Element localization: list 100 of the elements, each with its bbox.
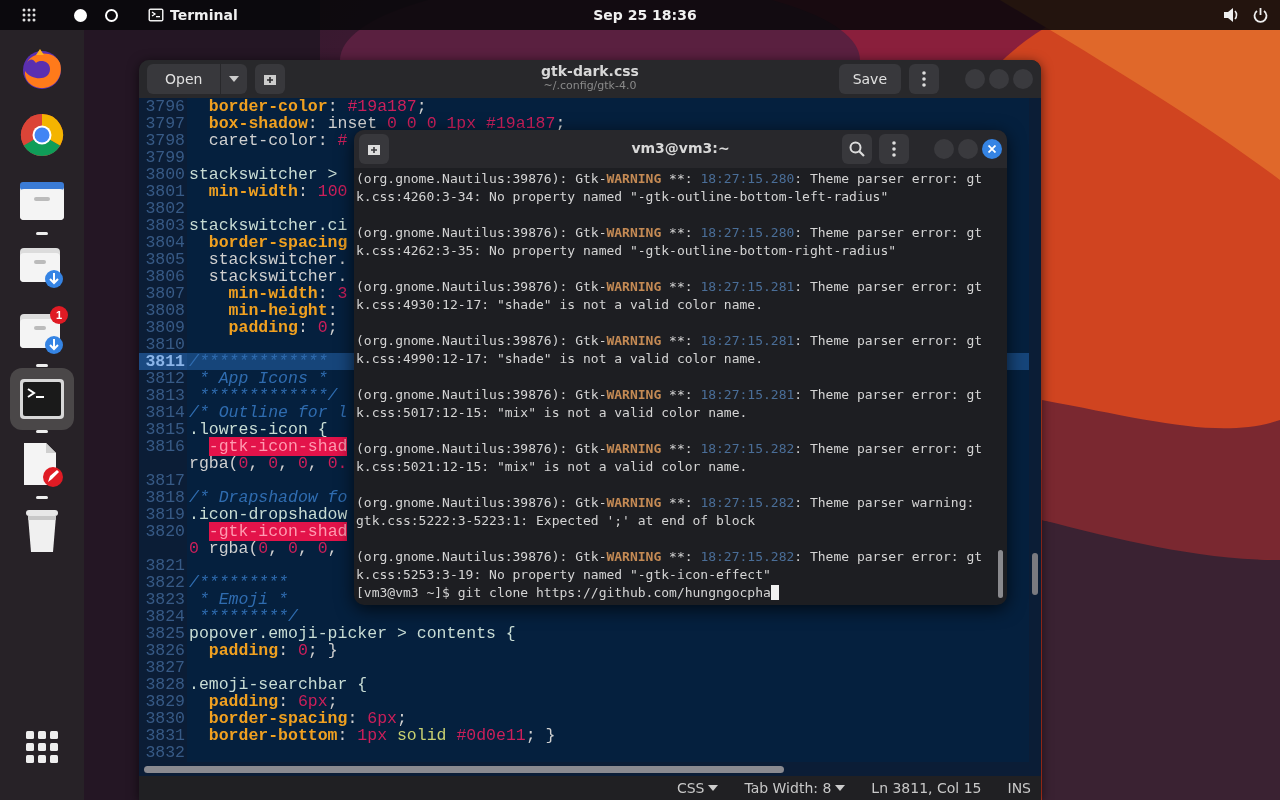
dock-item[interactable] xyxy=(10,368,74,430)
terminal-line: (org.gnome.Nautilus:39876): Gtk-WARNING **: 18:27:15.281: Theme parser error: gt xyxy=(356,386,984,404)
line-number: 3819 xyxy=(144,506,186,523)
search-button[interactable] xyxy=(842,134,872,164)
terminal-line: (org.gnome.Nautilus:39876): Gtk-WARNING **: 18:27:15.281: Theme parser error: gt xyxy=(356,332,984,350)
line-number: 3804 xyxy=(144,234,186,251)
terminal-icon xyxy=(148,8,164,22)
line-number: 3813 xyxy=(144,387,186,404)
insert-mode: INS xyxy=(1007,780,1031,796)
line-number: 3796 xyxy=(144,98,186,115)
line-number: 3798 xyxy=(144,132,186,149)
menu-icon xyxy=(922,71,926,87)
line-number: 3805 xyxy=(144,251,186,268)
new-tab-icon xyxy=(263,72,278,86)
search-icon xyxy=(849,141,865,157)
terminal-line: k.css:5021:12-15: "mix" is not a valid color name. xyxy=(356,458,749,476)
line-number: 3812 xyxy=(144,370,186,387)
save-button[interactable]: Save xyxy=(838,64,901,94)
line-number: 3828 xyxy=(144,676,186,693)
menu-button[interactable] xyxy=(879,134,909,164)
terminal-icon xyxy=(19,378,65,420)
app-grid-icon xyxy=(26,731,58,763)
line-number: 3829 xyxy=(144,693,186,710)
app-name[interactable]: Terminal xyxy=(170,7,238,23)
code-line: border-spacing xyxy=(207,234,348,251)
code-line: /* Drapshadow fo xyxy=(188,489,348,506)
terminal-line: k.css:4260:3-34: No property named "-gtk-outline-bottom-left-radius" xyxy=(356,188,890,206)
workspace-indicator[interactable] xyxy=(74,8,87,22)
horizontal-scrollbar[interactable] xyxy=(144,765,784,773)
terminal-line: (org.gnome.Nautilus:39876): Gtk-WARNING **: 18:27:15.282: Theme parser error: gt xyxy=(356,440,984,458)
line-number: 3832 xyxy=(144,744,186,761)
app-grid-icon[interactable] xyxy=(22,8,36,22)
code-line: min-height: xyxy=(227,302,338,319)
code-line: border-spacing: 6px; xyxy=(207,710,407,727)
line-number: 3800 xyxy=(144,166,186,183)
line-number: 3799 xyxy=(144,149,186,166)
code-line: padding: 0; xyxy=(227,319,338,336)
code-line: padding: 0; } xyxy=(207,642,338,659)
line-number: 3808 xyxy=(144,302,186,319)
dock-item[interactable]: 1 xyxy=(10,302,74,364)
code-line: rgba(0, 0, 0, 0. xyxy=(188,455,348,472)
open-button[interactable]: Open xyxy=(147,64,221,94)
folder-download-icon xyxy=(19,245,65,289)
code-line: caret-color: # xyxy=(207,132,348,149)
volume-icon[interactable] xyxy=(1223,7,1239,23)
vertical-scrollbar[interactable] xyxy=(998,550,1003,598)
folder-download-icon xyxy=(19,311,65,355)
code-line: popover.emoji-picker > contents { xyxy=(188,625,516,642)
code-line: .emoji-searchbar { xyxy=(188,676,368,693)
notification-badge: 1 xyxy=(50,306,68,324)
close-icon xyxy=(988,145,996,153)
open-menu-button[interactable] xyxy=(221,64,248,94)
power-icon[interactable] xyxy=(1253,7,1268,23)
code-line: *************/ xyxy=(197,387,338,404)
line-number: 3821 xyxy=(144,557,186,574)
line-number: 3802 xyxy=(144,200,186,217)
caret-icon xyxy=(835,785,846,791)
line-number: 3823 xyxy=(144,591,186,608)
window-title: gtk-dark.css xyxy=(541,63,639,79)
terminal-line: (org.gnome.Nautilus:39876): Gtk-WARNING **: 18:27:15.280: Theme parser error: gt xyxy=(356,224,984,242)
line-number: 3816 xyxy=(144,438,186,455)
new-tab-button[interactable] xyxy=(359,134,389,164)
language-dropdown[interactable]: CSS xyxy=(676,780,719,796)
terminal-line: (org.gnome.Nautilus:39876): Gtk-WARNING **: 18:27:15.281: Theme parser error: gt xyxy=(356,278,984,296)
vertical-scrollbar[interactable] xyxy=(1032,553,1038,595)
code-line: .lowres-icon { xyxy=(188,421,328,438)
code-line: stackswitcher. xyxy=(207,268,348,285)
line-number: 3824 xyxy=(144,608,186,625)
terminal-line: gtk.css:5222:3-5223:1: Expected ';' at end of block xyxy=(356,512,757,530)
command-prompt: [vm3@vm3 ~]$ git clone https://github.com/hungngocpha xyxy=(356,585,771,600)
menu-button[interactable] xyxy=(909,64,939,94)
tab-width-dropdown[interactable]: Tab Width: 8 xyxy=(744,780,846,796)
code-line: stackswitcher > xyxy=(188,166,339,183)
folder-icon xyxy=(19,181,65,221)
code-line: *********/ xyxy=(197,608,298,625)
new-tab-button[interactable] xyxy=(255,64,286,94)
line-number: 3820 xyxy=(144,523,186,540)
line-number: 3810 xyxy=(144,336,186,353)
text-cursor xyxy=(770,585,779,600)
code-line: /* Outline for l xyxy=(188,404,348,421)
terminal-line: k.css:4930:12-17: "shade" is not a valid color name. xyxy=(356,296,764,314)
close-button[interactable] xyxy=(982,139,1002,159)
clock[interactable]: Sep 25 18:36 xyxy=(593,7,697,23)
code-line: .icon-dropshadow xyxy=(188,506,348,523)
workspace-indicator[interactable] xyxy=(105,8,118,22)
terminal-line: (org.gnome.Nautilus:39876): Gtk-WARNING **: 18:27:15.280: Theme parser error: gt xyxy=(356,170,984,188)
code-line: stackswitcher. xyxy=(207,251,348,268)
line-number: 3815 xyxy=(144,421,186,438)
code-line: stackswitcher.ci xyxy=(188,217,348,234)
line-number: 3827 xyxy=(144,659,186,676)
line-number: 3817 xyxy=(144,472,186,489)
terminal-line: (org.gnome.Nautilus:39876): Gtk-WARNING **: 18:27:15.282: Theme parser error: gt xyxy=(356,548,984,566)
code-line: /************* xyxy=(188,353,328,370)
line-number: 3831 xyxy=(144,727,186,744)
window-subtitle: ~/.config/gtk-4.0 xyxy=(543,79,637,92)
code-line: /********* xyxy=(188,574,289,591)
new-tab-icon xyxy=(367,142,381,156)
line-number: 3822 xyxy=(144,574,186,591)
caret-icon xyxy=(229,76,240,82)
wheel-icon xyxy=(20,113,64,157)
